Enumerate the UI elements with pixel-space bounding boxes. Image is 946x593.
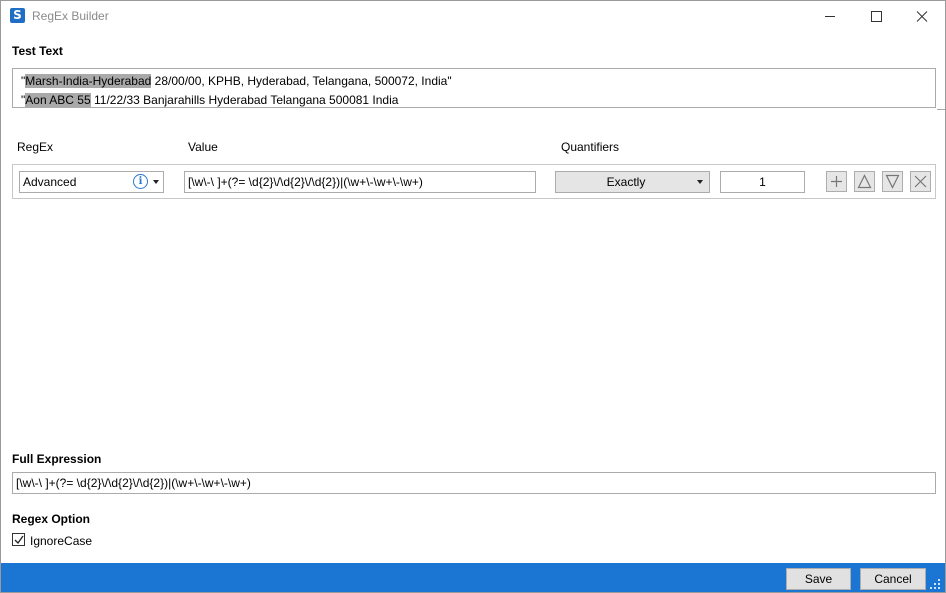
full-expression-field[interactable]: [\w\-\ ]+(?= \d{2}\/\d{2}\/\d{2})|(\w+\-… [12, 472, 936, 494]
regex-type-value: Advanced [23, 175, 77, 189]
test-text-label: Test Text [12, 44, 63, 58]
window-title: RegEx Builder [32, 9, 109, 23]
footer-bar: Save Cancel [1, 563, 945, 592]
chevron-down-icon [153, 180, 159, 184]
ignore-case-label[interactable]: IgnoreCase [30, 534, 92, 548]
info-icon[interactable]: i [133, 174, 148, 189]
test-text-line: "Aon ABC 55 11/22/33 Banjarahills Hydera… [21, 91, 935, 110]
minimize-button[interactable] [807, 1, 853, 32]
resize-grip-icon[interactable] [929, 578, 941, 590]
test-text-area[interactable]: "Marsh-India-Hyderabad 28/00/00, KPHB, H… [12, 68, 936, 108]
quantifiers-column-header: Quantifiers [561, 140, 620, 154]
test-text-line: "Marsh-India-Hyderabad 28/00/00, KPHB, H… [21, 72, 935, 91]
ignore-case-checkbox[interactable] [12, 533, 25, 546]
delete-icon [914, 175, 927, 188]
regex-builder-window: S RegEx Builder Test Text "Marsh-India-H… [0, 0, 946, 593]
regex-option-label: Regex Option [12, 512, 91, 526]
full-expression-label: Full Expression [12, 452, 102, 466]
scrollbar-edge [937, 109, 945, 110]
line-rest: 11/22/33 Banjarahills Hyderabad Telangan… [90, 93, 399, 107]
close-icon [916, 11, 928, 22]
app-icon: S [10, 8, 25, 23]
cancel-button[interactable]: Cancel [860, 568, 926, 590]
maximize-button[interactable] [853, 1, 899, 32]
regex-column-header: RegEx [17, 140, 54, 154]
save-button[interactable]: Save [786, 568, 851, 590]
close-button[interactable] [899, 1, 945, 32]
match-highlight: Marsh-India-Hyderabad [25, 74, 152, 88]
plus-icon [831, 176, 842, 187]
move-down-button[interactable] [882, 171, 903, 192]
quantifier-value: Exactly [606, 175, 646, 189]
line-rest: 28/00/00, KPHB, Hyderabad, Telangana, 50… [151, 74, 452, 88]
add-rule-button[interactable] [826, 171, 847, 192]
minimize-icon [825, 16, 835, 17]
title-bar[interactable]: S RegEx Builder [1, 1, 945, 32]
quantifier-select[interactable]: Exactly [555, 171, 710, 193]
quantifier-count-input[interactable]: 1 [720, 171, 805, 193]
regex-rule-row: Advanced i [\w\-\ ]+(?= \d{2}\/\d{2}\/\d… [12, 164, 936, 199]
maximize-icon [871, 11, 882, 22]
match-highlight: Aon ABC 55 [25, 93, 91, 107]
value-column-header: Value [188, 140, 218, 154]
delete-rule-button[interactable] [910, 171, 931, 192]
check-icon [14, 535, 24, 545]
move-down-icon [885, 174, 900, 189]
chevron-down-icon [697, 180, 703, 184]
move-up-icon [857, 174, 872, 189]
regex-type-select[interactable]: Advanced i [19, 171, 164, 193]
regex-value-input[interactable]: [\w\-\ ]+(?= \d{2}\/\d{2}\/\d{2})|(\w+\-… [184, 171, 536, 193]
move-up-button[interactable] [854, 171, 875, 192]
